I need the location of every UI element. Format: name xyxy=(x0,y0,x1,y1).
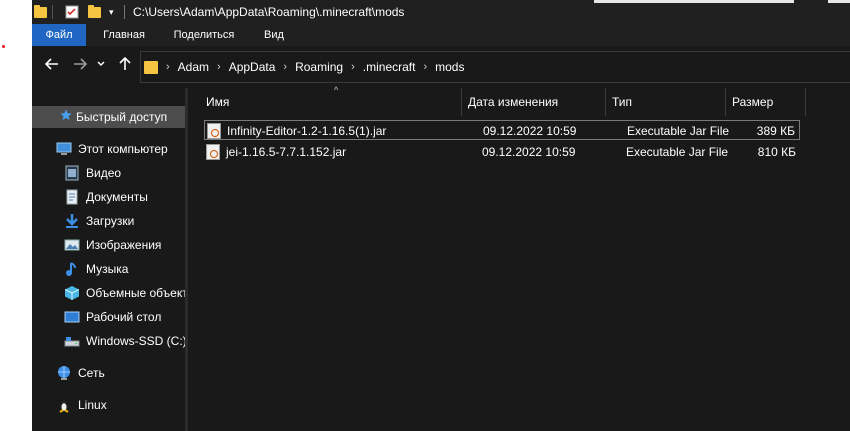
chevron-right-icon[interactable]: › xyxy=(283,61,287,73)
drive-icon xyxy=(64,333,80,349)
arrow-right-icon xyxy=(74,58,88,70)
desktop-dot xyxy=(2,45,5,48)
chevron-right-icon[interactable]: › xyxy=(166,61,170,73)
table-row[interactable]: Infinity-Editor-1.2-1.16.5(1).jar 09.12.… xyxy=(204,120,800,140)
back-button[interactable] xyxy=(42,56,62,76)
sidebar-item-desktop[interactable]: Рабочий стол xyxy=(32,306,185,328)
window-title: C:\Users\Adam\AppData\Roaming\.minecraft… xyxy=(133,5,405,19)
chevron-down-icon xyxy=(97,61,105,67)
navigation-bar: › Adam › AppData › Roaming › .minecraft … xyxy=(32,46,850,88)
explorer-window: ▾ C:\Users\Adam\AppData\Roaming\.minecra… xyxy=(32,0,850,431)
chevron-right-icon[interactable]: › xyxy=(351,61,355,73)
tab-home[interactable]: Главная xyxy=(94,24,154,46)
customize-toolbar-icon[interactable]: ▾ xyxy=(109,5,114,19)
file-size: 389 КБ xyxy=(756,124,795,138)
folder-icon xyxy=(144,61,158,74)
sidebar-item-video[interactable]: Видео xyxy=(32,162,185,184)
column-header-label: Тип xyxy=(612,95,633,109)
file-name: jei-1.16.5-7.7.1.152.jar xyxy=(226,145,347,159)
properties-icon[interactable] xyxy=(65,5,79,19)
star-icon xyxy=(60,109,72,125)
file-type: Executable Jar File xyxy=(626,145,729,159)
3d-objects-icon xyxy=(64,285,80,301)
sidebar-item-3d-objects[interactable]: Объемные объекты xyxy=(32,282,185,304)
sidebar-item-label: Музыка xyxy=(86,262,129,276)
sidebar-item-label: Рабочий стол xyxy=(86,310,162,324)
sidebar-item-label: Видео xyxy=(86,166,122,180)
sidebar-item-label: Linux xyxy=(78,398,107,412)
file-type: Executable Jar File xyxy=(627,124,730,138)
file-list: ^ Имя Дата изменения Тип Размер Infinity… xyxy=(188,85,850,431)
separator xyxy=(52,5,53,19)
tab-view[interactable]: Вид xyxy=(254,24,294,46)
sidebar-item-label: Быстрый доступ xyxy=(76,110,168,124)
sidebar-item-label: Этот компьютер xyxy=(78,142,168,156)
file-modified: 09.12.2022 10:59 xyxy=(482,145,576,159)
downloads-icon xyxy=(64,213,80,229)
music-icon xyxy=(64,261,80,277)
ribbon-tabs: Файл Главная Поделиться Вид xyxy=(32,24,850,46)
computer-icon xyxy=(56,141,72,157)
tab-share[interactable]: Поделиться xyxy=(164,24,244,46)
arrow-left-icon xyxy=(44,58,58,70)
sidebar-item-label: Объемные объекты xyxy=(86,286,185,300)
column-header-type[interactable]: Тип xyxy=(606,88,726,116)
sidebar-item-network[interactable]: Сеть xyxy=(32,362,185,384)
title-bar: ▾ C:\Users\Adam\AppData\Roaming\.minecra… xyxy=(32,0,850,24)
desktop-icon xyxy=(64,309,80,325)
title-bar-edge xyxy=(594,0,794,3)
address-bar[interactable]: › Adam › AppData › Roaming › .minecraft … xyxy=(140,51,850,83)
network-icon xyxy=(56,365,72,381)
file-size: 810 КБ xyxy=(757,145,796,159)
chevron-right-icon[interactable]: › xyxy=(423,61,427,73)
breadcrumb: › Adam › AppData › Roaming › .minecraft … xyxy=(166,52,464,82)
sidebar-item-linux[interactable]: Linux xyxy=(32,394,185,416)
linux-icon xyxy=(56,397,72,413)
title-bar-edge xyxy=(828,0,850,3)
sidebar-item-label: Изображения xyxy=(86,238,162,252)
sidebar-item-label: Документы xyxy=(86,190,148,204)
navigation-pane: Быстрый доступ Этот компьютер Видео Доку… xyxy=(32,88,185,431)
crumb-roaming[interactable]: Roaming xyxy=(295,60,343,74)
sidebar-item-label: Сеть xyxy=(78,366,105,380)
recent-locations-button[interactable] xyxy=(95,56,107,76)
chevron-right-icon[interactable]: › xyxy=(217,61,221,73)
separator xyxy=(124,5,125,19)
column-header-label: Размер xyxy=(732,95,774,109)
file-name: Infinity-Editor-1.2-1.16.5(1).jar xyxy=(227,124,387,138)
jar-file-icon xyxy=(207,123,221,139)
jar-file-icon xyxy=(206,144,220,160)
sidebar-item-documents[interactable]: Документы xyxy=(32,186,185,208)
documents-icon xyxy=(64,189,80,205)
arrow-up-icon xyxy=(119,56,131,70)
sidebar-item-label: Windows-SSD (C:) xyxy=(86,334,185,348)
crumb-mods[interactable]: mods xyxy=(435,60,464,74)
column-header-label: Имя xyxy=(206,95,230,109)
column-header-label: Дата изменения xyxy=(468,95,559,109)
sidebar-item-this-pc[interactable]: Этот компьютер xyxy=(32,138,185,160)
folder-icon xyxy=(34,4,47,19)
video-icon xyxy=(64,165,80,181)
column-header-size[interactable]: Размер xyxy=(726,88,806,116)
new-folder-icon[interactable] xyxy=(88,4,101,19)
sidebar-item-music[interactable]: Музыка xyxy=(32,258,185,280)
sidebar-item-downloads[interactable]: Загрузки xyxy=(32,210,185,232)
sidebar-item-label: Загрузки xyxy=(86,214,135,228)
up-button[interactable] xyxy=(115,56,135,76)
tab-file[interactable]: Файл xyxy=(32,24,86,46)
crumb-adam[interactable]: Adam xyxy=(178,60,209,74)
crumb-appdata[interactable]: AppData xyxy=(229,60,276,74)
column-header-modified[interactable]: Дата изменения xyxy=(462,88,606,116)
column-header-name[interactable]: ^ Имя xyxy=(200,85,462,116)
file-modified: 09.12.2022 10:59 xyxy=(483,124,577,138)
pictures-icon xyxy=(64,237,80,253)
sidebar-item-pictures[interactable]: Изображения xyxy=(32,234,185,256)
table-row[interactable]: jei-1.16.5-7.7.1.152.jar 09.12.2022 10:5… xyxy=(204,142,800,162)
crumb-minecraft[interactable]: .minecraft xyxy=(363,60,416,74)
sidebar-item-quick-access[interactable]: Быстрый доступ xyxy=(32,106,185,128)
forward-button[interactable] xyxy=(70,56,90,76)
sidebar-item-windows-ssd[interactable]: Windows-SSD (C:) xyxy=(32,330,185,352)
sort-ascending-icon: ^ xyxy=(334,85,339,95)
